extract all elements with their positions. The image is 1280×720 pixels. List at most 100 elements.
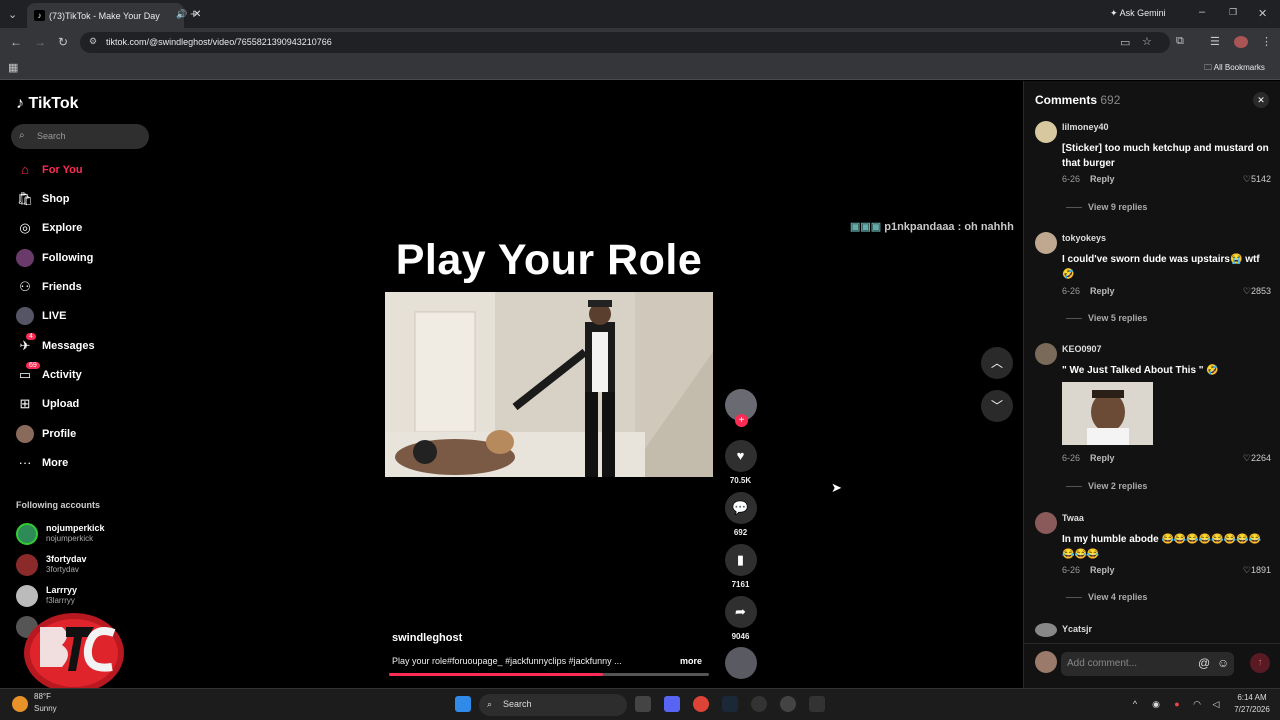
gemini-button[interactable]: ✦ Ask Gemini [1110, 8, 1166, 19]
music-disc-button[interactable] [724, 647, 757, 679]
tab-groups-icon[interactable]: ☰ [1210, 35, 1220, 48]
view-replies-button[interactable]: View 4 replies [1066, 592, 1147, 602]
comment-username[interactable]: Ycatsjr [1062, 624, 1092, 634]
minimize-icon[interactable]: – [1199, 6, 1205, 18]
close-comments-button[interactable]: ✕ [1253, 92, 1269, 108]
browser-tab[interactable]: ♪ (73)TikTok - Make Your Day 🔊 ✕ [27, 3, 201, 28]
extensions-icon[interactable]: ⧉ [1176, 35, 1184, 48]
search-input[interactable]: ⌕ Search [11, 124, 149, 149]
reload-icon[interactable]: ↻ [58, 35, 68, 49]
comment-button[interactable]: 💬 692 [724, 492, 757, 537]
view-replies-button[interactable]: View 9 replies [1066, 202, 1147, 212]
comment-like-button[interactable]: ♡5142 [1238, 174, 1271, 185]
apps-icon[interactable]: ▦ [8, 61, 18, 74]
messages-badge: 4 [26, 333, 36, 340]
taskbar-search[interactable]: ⌕ Search [479, 694, 627, 716]
obs-icon[interactable] [751, 696, 767, 712]
menu-kebab-icon[interactable]: ⋮ [1261, 35, 1272, 48]
avatar[interactable] [1035, 623, 1057, 637]
microphone-icon[interactable]: ● [1169, 696, 1185, 712]
nav-more[interactable]: ··· More [16, 453, 156, 475]
nav-shop[interactable]: 🛍 Shop [16, 189, 156, 211]
reply-button[interactable]: Reply [1090, 565, 1115, 575]
discord-icon[interactable] [664, 696, 680, 712]
nav-profile[interactable]: Profile [16, 424, 156, 446]
address-bar[interactable]: ⚙ tiktok.com/@swindleghost/video/7655821… [80, 32, 1170, 53]
tray-chevron-icon[interactable]: ^ [1127, 696, 1143, 712]
volume-icon[interactable]: ◁ [1208, 696, 1224, 712]
view-replies-button[interactable]: View 2 replies [1066, 481, 1147, 491]
comment-like-button[interactable]: ♡2264 [1238, 453, 1271, 464]
back-icon[interactable]: ← [10, 35, 22, 49]
nav-live[interactable]: LIVE [16, 306, 156, 328]
new-tab-icon[interactable]: + [190, 6, 198, 21]
tab-search-icon[interactable]: ⌄ [8, 8, 17, 21]
comment-username[interactable]: Twaa [1062, 513, 1084, 523]
comment-username[interactable]: lilmoney40 [1062, 122, 1109, 132]
comments-panel: Comments 692 ✕ lilmoney40 [Sticker] too … [1023, 81, 1280, 688]
nav-messages[interactable]: ✈ 4 Messages [16, 333, 156, 358]
save-button[interactable]: ▮ 7161 [724, 544, 757, 589]
avatar[interactable] [1035, 232, 1057, 254]
video-progress-bar[interactable] [389, 673, 709, 676]
comment-input[interactable]: Add comment... @ ☺ [1061, 652, 1234, 676]
reply-button[interactable]: Reply [1090, 174, 1115, 184]
chrome-icon[interactable] [693, 696, 709, 712]
comment-username[interactable]: KEO0907 [1062, 344, 1102, 354]
profile-avatar-icon[interactable] [1234, 36, 1248, 48]
bookmark-star-icon[interactable]: ☆ [1142, 35, 1152, 48]
weather-sun-icon[interactable] [12, 696, 28, 712]
clock-time[interactable]: 6:14 AM [1231, 693, 1273, 702]
reply-button[interactable]: Reply [1090, 286, 1115, 296]
previous-video-button[interactable]: ︿ [981, 347, 1013, 379]
video-author[interactable]: swindleghost [392, 632, 462, 644]
nav-for-you[interactable]: ⌂ For You [16, 160, 156, 182]
emoji-icon[interactable]: ☺ [1217, 656, 1229, 670]
app-icon-2[interactable] [809, 696, 825, 712]
next-video-button[interactable]: ﹀ [981, 390, 1013, 422]
following-account[interactable]: nojumperkick nojumperkick [16, 521, 146, 547]
comment-like-button[interactable]: ♡1891 [1238, 565, 1271, 576]
url-text: tiktok.com/@swindleghost/video/765582139… [106, 37, 332, 47]
reply-button[interactable]: Reply [1090, 453, 1115, 463]
creator-avatar-button[interactable]: + [724, 389, 757, 427]
nav-following[interactable]: Following [16, 248, 156, 270]
window-close-icon[interactable]: ✕ [1258, 7, 1267, 20]
caption-more-button[interactable]: more [680, 656, 702, 666]
windows-start-icon[interactable] [455, 696, 471, 712]
nav-activity[interactable]: ▭ 69 Activity [16, 362, 156, 387]
maximize-icon[interactable]: ❐ [1229, 7, 1237, 18]
steam-icon[interactable] [722, 696, 738, 712]
nav-explore[interactable]: ◎ Explore [16, 218, 156, 240]
mention-icon[interactable]: @ [1198, 656, 1210, 670]
app-icon[interactable] [780, 696, 796, 712]
forward-icon[interactable]: → [34, 35, 46, 49]
following-account[interactable]: 3fortydav 3fortydav [16, 552, 146, 578]
speaker-icon[interactable]: 🔊 [176, 9, 187, 20]
nav-upload[interactable]: ⊞ Upload [16, 394, 156, 416]
nav-friends[interactable]: ⚇ Friends [16, 277, 156, 299]
follow-plus-icon[interactable]: + [735, 414, 748, 427]
all-bookmarks-button[interactable]: 🗀 All Bookmarks [1204, 62, 1265, 76]
cast-icon[interactable]: ▭ [1120, 36, 1130, 49]
site-info-icon[interactable]: ⚙ [89, 36, 97, 47]
clock-date[interactable]: 7/27/2026 [1231, 705, 1273, 714]
avatar[interactable] [1035, 512, 1057, 534]
like-count: 70.5K [729, 476, 752, 485]
like-button[interactable]: ♥ 70.5K [724, 440, 757, 485]
sticker-image[interactable] [1062, 382, 1153, 445]
share-button[interactable]: ➦ 9046 [724, 596, 757, 641]
tray-app-icon[interactable]: ◉ [1148, 696, 1164, 712]
send-comment-button[interactable]: ↑ [1250, 653, 1270, 673]
comment-like-count: 1891 [1250, 565, 1271, 575]
tiktok-logo[interactable]: ♪ TikTok [16, 95, 79, 113]
comment-username[interactable]: tokyokeys [1062, 233, 1106, 243]
comment-like-button[interactable]: ♡2853 [1238, 286, 1271, 297]
avatar[interactable] [1035, 121, 1057, 143]
wifi-icon[interactable]: ◠ [1189, 696, 1205, 712]
view-replies-button[interactable]: View 5 replies [1066, 313, 1147, 323]
heart-outline-icon: ♡ [1242, 453, 1251, 463]
task-view-icon[interactable] [635, 696, 651, 712]
video-player[interactable] [385, 292, 713, 477]
avatar[interactable] [1035, 343, 1057, 365]
